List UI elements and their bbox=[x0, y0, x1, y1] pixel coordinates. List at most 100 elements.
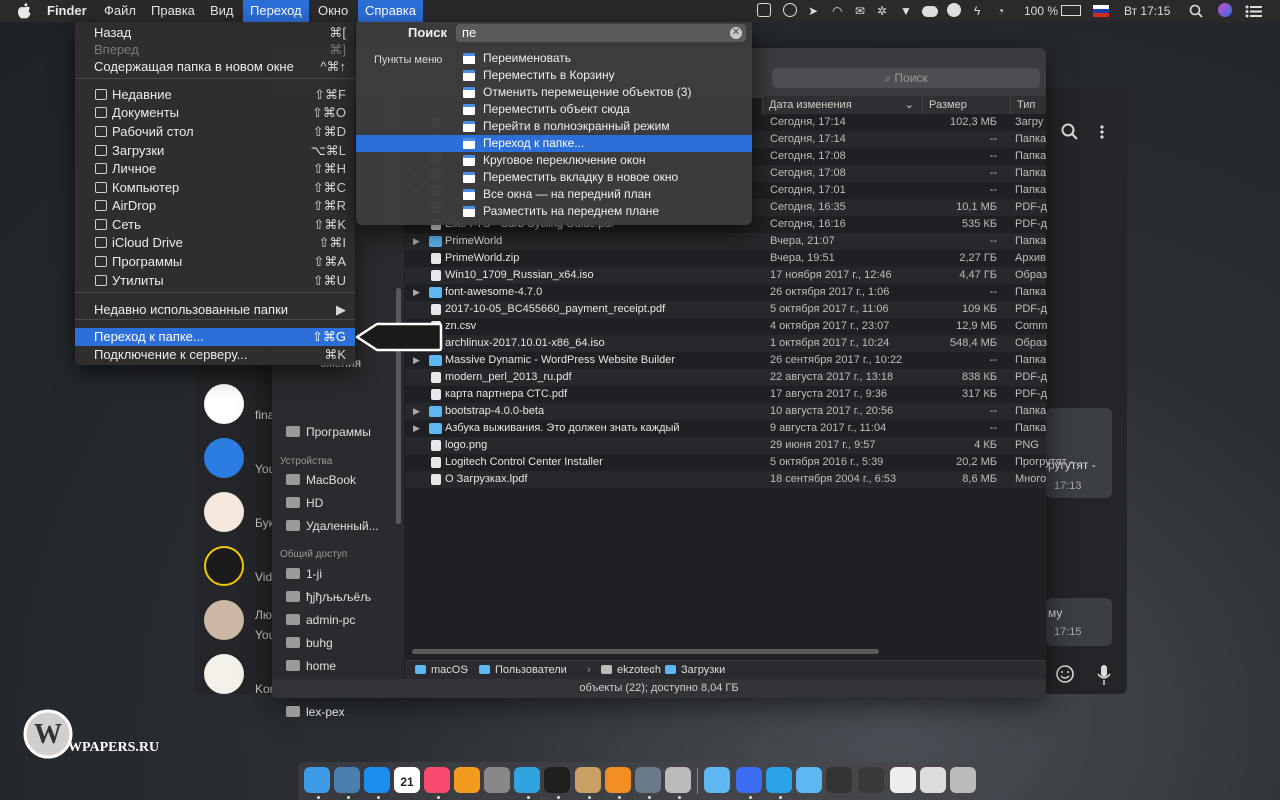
package-icon[interactable] bbox=[575, 767, 601, 793]
sidebar-item-device[interactable]: Удаленный... bbox=[286, 517, 379, 535]
table-row[interactable]: ▶ bootstrap-4.0.0-beta 10 августа 2017 г.,… bbox=[405, 403, 1046, 420]
menu-file[interactable]: Файл bbox=[97, 0, 143, 22]
table-row[interactable]: Win10_1709_Russian_x64.iso 17 ноября 2017… bbox=[405, 267, 1047, 284]
table-row[interactable]: archlinux-2017.10.01-x86_64.iso 1 октября… bbox=[405, 335, 1047, 352]
column-date[interactable]: Дата изменения ⌄ bbox=[762, 96, 922, 114]
telegram-icon[interactable] bbox=[514, 767, 540, 793]
path-segment[interactable]: Пользователи bbox=[495, 661, 567, 679]
sidebar-item-shared[interactable]: 1-ji bbox=[286, 565, 322, 583]
check-icon[interactable] bbox=[766, 767, 792, 793]
sidebar-item-device[interactable]: MacBook bbox=[286, 471, 356, 489]
menu-item-utilities[interactable]: Утилиты ⇧⌘U bbox=[75, 272, 355, 290]
help-search-input[interactable]: пе ✕ bbox=[456, 24, 746, 42]
menu-item-home[interactable]: Личное ⇧⌘H bbox=[75, 160, 355, 178]
folder-icon[interactable] bbox=[796, 767, 822, 793]
media-icon[interactable] bbox=[635, 767, 661, 793]
menu-item-airdrop[interactable]: AirDrop ⇧⌘R bbox=[75, 197, 355, 215]
safari-icon[interactable] bbox=[364, 767, 390, 793]
sidebar-item-shared[interactable]: lex-pex bbox=[286, 703, 345, 721]
trash-icon[interactable] bbox=[950, 767, 976, 793]
terminal-icon[interactable] bbox=[826, 767, 852, 793]
help-result-item[interactable]: Все окна — на передний план bbox=[356, 186, 752, 203]
table-row[interactable]: ▶ PrimeWorld Вчера, 21:07 -- Папка bbox=[405, 233, 1046, 250]
app-menu[interactable]: Finder bbox=[40, 0, 94, 22]
sidebar-item-programs[interactable]: Программы bbox=[286, 423, 371, 441]
status-icon[interactable] bbox=[783, 3, 797, 17]
terminal-icon[interactable] bbox=[544, 767, 570, 793]
horizontal-scrollbar[interactable] bbox=[412, 649, 879, 654]
siri-icon[interactable] bbox=[1218, 3, 1232, 17]
help-result-item[interactable]: Отменить перемещение объектов (3) bbox=[356, 84, 752, 101]
menu-item-forward[interactable]: Вперед ⌘] bbox=[75, 41, 355, 59]
table-row[interactable]: ▶ Азбука выживания. Это должен знать кажд… bbox=[405, 420, 1046, 437]
menu-item-downloads[interactable]: Загрузки ⌥⌘L bbox=[75, 142, 355, 160]
menu-item-computer[interactable]: Компьютер ⇧⌘C bbox=[75, 179, 355, 197]
system-preferences-icon[interactable] bbox=[484, 767, 510, 793]
table-row[interactable]: ▶ font-awesome-4.7.0 26 октября 2017 г., 1… bbox=[405, 284, 1046, 301]
menu-item-go-to-folder[interactable]: Переход к папке... ⇧⌘G bbox=[75, 328, 355, 346]
notes-icon[interactable] bbox=[890, 767, 916, 793]
sublime-icon[interactable] bbox=[605, 767, 631, 793]
help-result-item[interactable]: Перейти в полноэкранный режим bbox=[356, 118, 752, 135]
table-row[interactable]: 2017-10-05_BC455660_payment_receipt.pdf 5… bbox=[405, 301, 1047, 318]
column-size[interactable]: Размер bbox=[922, 96, 1010, 114]
sidebar-item-shared[interactable]: admin-pc bbox=[286, 611, 355, 629]
path-segment[interactable]: Загрузки bbox=[681, 661, 725, 679]
sidebar-item-shared[interactable]: home bbox=[286, 657, 336, 675]
disclosure-triangle-icon[interactable]: ▶ bbox=[413, 420, 420, 437]
battery-icon[interactable] bbox=[1061, 5, 1081, 16]
books-icon[interactable] bbox=[454, 767, 480, 793]
status-icon[interactable] bbox=[757, 3, 771, 17]
wifi-icon[interactable]: ◔ bbox=[997, 3, 1004, 19]
battery-percent[interactable]: 100 % bbox=[1024, 3, 1058, 19]
table-row[interactable]: modern_perl_2013_ru.pdf 22 августа 2017 г… bbox=[405, 369, 1047, 386]
disclosure-triangle-icon[interactable]: ▶ bbox=[413, 284, 420, 301]
table-row[interactable]: logo.png 29 июня 2017 г., 9:57 4 КБ PNG bbox=[405, 437, 1046, 454]
help-result-item[interactable]: Переход к папке... bbox=[356, 135, 752, 152]
vpn-icon[interactable] bbox=[665, 767, 691, 793]
table-row[interactable]: О Загрузках.lpdf 18 сентября 2004 г., 6:5… bbox=[405, 471, 1046, 488]
status-icon[interactable]: ✉ bbox=[855, 3, 865, 19]
search-icon[interactable] bbox=[1189, 4, 1203, 18]
help-result-item[interactable]: Переименовать bbox=[356, 50, 752, 67]
help-result-item[interactable]: Разместить на переднем плане bbox=[356, 203, 752, 220]
menu-go[interactable]: Переход bbox=[243, 0, 309, 22]
table-row[interactable]: ▶ Massive Dynamic - WordPress Website Bui… bbox=[405, 352, 1046, 369]
help-result-item[interactable]: Переместить вкладку в новое окно bbox=[356, 169, 752, 186]
finder-search-input[interactable]: ⌕ Поиск bbox=[772, 68, 1040, 88]
menu-item-icloud-drive[interactable]: iCloud Drive ⇧⌘I bbox=[75, 234, 355, 252]
disclosure-triangle-icon[interactable]: ▶ bbox=[413, 233, 420, 250]
emoji-icon[interactable] bbox=[1055, 664, 1075, 684]
more-icon[interactable] bbox=[1099, 124, 1105, 140]
disclosure-triangle-icon[interactable]: ▶ bbox=[413, 403, 420, 420]
sidebar-item-shared[interactable]: ђјђљњљёљ bbox=[286, 588, 371, 606]
menu-item-recent-folders[interactable]: Недавно использованные папки ▶ bbox=[75, 301, 355, 319]
column-type[interactable]: Тип bbox=[1010, 96, 1046, 114]
sidebar-item-device[interactable]: HD bbox=[286, 494, 323, 512]
apple-icon[interactable] bbox=[17, 3, 31, 19]
disclosure-triangle-icon[interactable]: ▶ bbox=[413, 352, 420, 369]
calendar-icon[interactable]: 21 bbox=[394, 767, 420, 793]
table-row[interactable]: zn.csv 4 октября 2017 г., 23:07 12,9 МБ Com… bbox=[405, 318, 1047, 335]
toggle-icon[interactable] bbox=[922, 6, 938, 17]
menu-item-connect-to-server[interactable]: Подключение к серверу... ⌘K bbox=[75, 346, 355, 364]
notification-center-icon[interactable] bbox=[1245, 5, 1263, 18]
microphone-icon[interactable] bbox=[1097, 664, 1111, 686]
menu-item-enclosing-folder[interactable]: Содержащая папка в новом окне ^⌘↑ bbox=[75, 58, 355, 76]
finder-icon[interactable] bbox=[304, 767, 330, 793]
path-segment[interactable]: macOS bbox=[431, 661, 468, 679]
menu-help[interactable]: Справка bbox=[358, 0, 423, 22]
bolt-icon[interactable]: ϟ bbox=[974, 3, 980, 19]
help-result-item[interactable]: Переместить в Корзину bbox=[356, 67, 752, 84]
app-icon[interactable] bbox=[736, 767, 762, 793]
forward-icon[interactable]: ➤ bbox=[808, 3, 818, 19]
status-icon[interactable]: ✲ bbox=[877, 3, 887, 19]
status-icon[interactable]: ◠ bbox=[832, 3, 842, 19]
menu-window[interactable]: Окно bbox=[311, 0, 355, 22]
help-result-item[interactable]: Круговое переключение окон bbox=[356, 152, 752, 169]
music-icon[interactable] bbox=[424, 767, 450, 793]
document-icon[interactable] bbox=[920, 767, 946, 793]
preview-icon[interactable] bbox=[334, 767, 360, 793]
table-row[interactable]: PrimeWorld.zip Вчера, 19:51 2,27 ГБ Архив bbox=[405, 250, 1046, 267]
window-icon[interactable] bbox=[858, 767, 884, 793]
